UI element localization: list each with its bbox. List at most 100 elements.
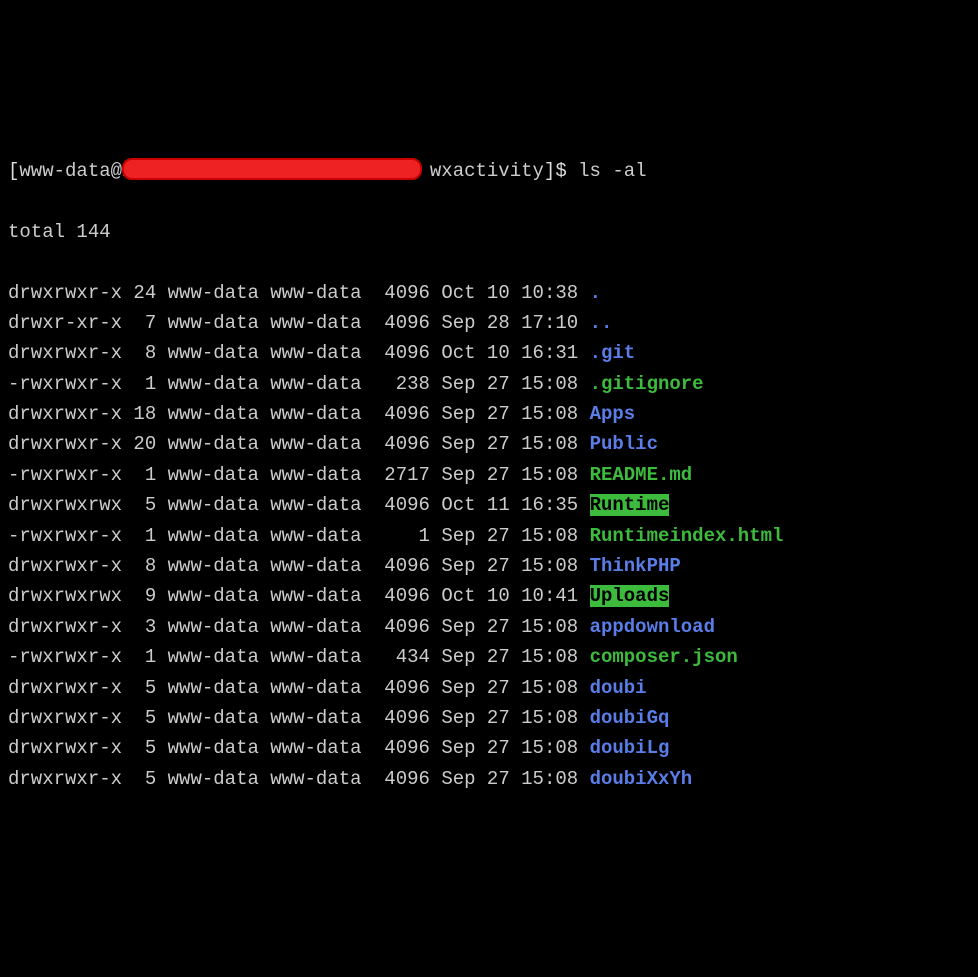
file-permissions: drwxrwxr-x: [8, 616, 122, 638]
file-owner: www-data: [156, 555, 259, 577]
file-name: Uploads: [590, 585, 670, 607]
file-row: -rwxrwxr-x 1 www-data www-data 1 Sep 27 …: [8, 521, 970, 551]
file-group: www-data: [259, 525, 362, 547]
file-row: drwxrwxr-x 8 www-data www-data 4096 Sep …: [8, 551, 970, 581]
file-links: 1: [122, 464, 156, 486]
file-row: drwxrwxr-x 5 www-data www-data 4096 Sep …: [8, 673, 970, 703]
file-links: 5: [122, 494, 156, 516]
file-links: 1: [122, 373, 156, 395]
file-group: www-data: [259, 464, 362, 486]
file-name: .gitignore: [590, 373, 704, 395]
file-name: ThinkPHP: [590, 555, 681, 577]
file-owner: www-data: [156, 707, 259, 729]
file-row: -rwxrwxr-x 1 www-data www-data 434 Sep 2…: [8, 642, 970, 672]
file-name: Runtime: [590, 494, 670, 516]
file-name: Apps: [590, 403, 636, 425]
file-size: 4096: [362, 616, 430, 638]
file-date: Oct 10 16:31: [430, 342, 590, 364]
file-permissions: drwxrwxr-x: [8, 707, 122, 729]
file-group: www-data: [259, 403, 362, 425]
file-size: 238: [362, 373, 430, 395]
file-size: 4096: [362, 342, 430, 364]
file-row: drwxrwxrwx 5 www-data www-data 4096 Oct …: [8, 490, 970, 520]
file-owner: www-data: [156, 342, 259, 364]
file-group: www-data: [259, 555, 362, 577]
file-size: 4096: [362, 707, 430, 729]
file-row: drwxrwxr-x 20 www-data www-data 4096 Sep…: [8, 429, 970, 459]
file-date: Sep 27 15:08: [430, 737, 590, 759]
file-row: -rwxrwxr-x 1 www-data www-data 2717 Sep …: [8, 460, 970, 490]
file-name: ..: [590, 312, 613, 334]
file-group: www-data: [259, 282, 362, 304]
file-row: drwxrwxr-x 5 www-data www-data 4096 Sep …: [8, 733, 970, 763]
file-permissions: -rwxrwxr-x: [8, 525, 122, 547]
file-permissions: drwxrwxr-x: [8, 737, 122, 759]
file-date: Sep 27 15:08: [430, 768, 590, 790]
file-row: drwxrwxr-x 3 www-data www-data 4096 Sep …: [8, 612, 970, 642]
file-group: www-data: [259, 433, 362, 455]
file-owner: www-data: [156, 585, 259, 607]
file-size: 4096: [362, 768, 430, 790]
file-date: Oct 10 10:41: [430, 585, 590, 607]
file-size: 4096: [362, 677, 430, 699]
file-owner: www-data: [156, 403, 259, 425]
file-owner: www-data: [156, 768, 259, 790]
prompt-user: www-data: [19, 160, 110, 182]
file-permissions: drwxrwxr-x: [8, 768, 122, 790]
file-date: Sep 27 15:08: [430, 555, 590, 577]
file-group: www-data: [259, 707, 362, 729]
total-line: total 144: [8, 217, 970, 247]
file-row: -rwxrwxr-x 1 www-data www-data 238 Sep 2…: [8, 369, 970, 399]
file-size: 4096: [362, 585, 430, 607]
file-owner: www-data: [156, 494, 259, 516]
file-permissions: drwxrwxrwx: [8, 494, 122, 516]
file-owner: www-data: [156, 312, 259, 334]
file-permissions: drwxrwxr-x: [8, 433, 122, 455]
file-date: Sep 27 15:08: [430, 464, 590, 486]
prompt-host-redacted: iZbp1j xxxxxxx xxxxxxxxxjZ: [122, 156, 418, 186]
file-owner: www-data: [156, 433, 259, 455]
file-permissions: -rwxrwxr-x: [8, 646, 122, 668]
file-group: www-data: [259, 768, 362, 790]
file-name: doubiGq: [590, 707, 670, 729]
file-size: 2717: [362, 464, 430, 486]
file-date: Sep 27 15:08: [430, 433, 590, 455]
file-name: appdownload: [590, 616, 715, 638]
file-links: 5: [122, 737, 156, 759]
file-date: Sep 27 15:08: [430, 616, 590, 638]
file-permissions: drwxrwxr-x: [8, 282, 122, 304]
file-size: 4096: [362, 282, 430, 304]
file-links: 24: [122, 282, 156, 304]
file-owner: www-data: [156, 737, 259, 759]
file-date: Sep 27 15:08: [430, 525, 590, 547]
file-links: 5: [122, 768, 156, 790]
file-permissions: drwxrwxr-x: [8, 342, 122, 364]
file-group: www-data: [259, 312, 362, 334]
file-row: drwxrwxr-x 8 www-data www-data 4096 Oct …: [8, 338, 970, 368]
file-size: 434: [362, 646, 430, 668]
file-size: 4096: [362, 555, 430, 577]
file-permissions: -rwxrwxr-x: [8, 373, 122, 395]
prompt-dir: wxactivity: [430, 160, 544, 182]
file-row: drwxrwxrwx 9 www-data www-data 4096 Oct …: [8, 581, 970, 611]
file-name: Public: [590, 433, 658, 455]
file-date: Oct 11 16:35: [430, 494, 590, 516]
file-size: 4096: [362, 737, 430, 759]
file-date: Sep 27 15:08: [430, 646, 590, 668]
file-links: 1: [122, 525, 156, 547]
file-date: Sep 27 15:08: [430, 403, 590, 425]
file-group: www-data: [259, 373, 362, 395]
file-permissions: drwxrwxr-x: [8, 677, 122, 699]
file-name: .: [590, 282, 601, 304]
file-permissions: drwxr-xr-x: [8, 312, 122, 334]
file-name: doubiLg: [590, 737, 670, 759]
file-group: www-data: [259, 677, 362, 699]
prompt-line[interactable]: [www-data@iZbp1j xxxxxxx xxxxxxxxxjZ wxa…: [8, 156, 970, 186]
file-size: 4096: [362, 403, 430, 425]
file-links: 7: [122, 312, 156, 334]
file-name: Runtimeindex.html: [590, 525, 784, 547]
file-row: drwxr-xr-x 7 www-data www-data 4096 Sep …: [8, 308, 970, 338]
file-name: doubi: [590, 677, 647, 699]
file-date: Sep 27 15:08: [430, 677, 590, 699]
file-size: 4096: [362, 312, 430, 334]
